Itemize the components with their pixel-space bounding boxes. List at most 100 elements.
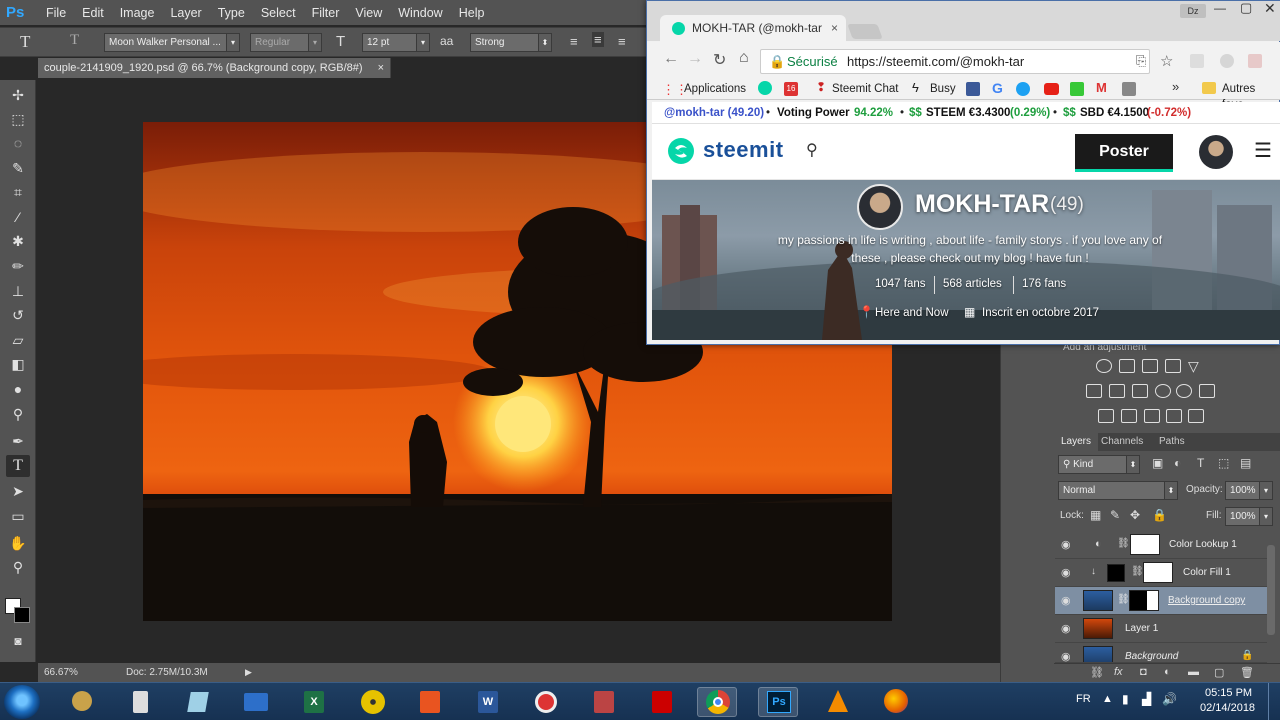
zoom-level[interactable]: 66.67% (44, 663, 78, 682)
profile-avatar[interactable] (857, 184, 903, 230)
back-icon[interactable]: ← (663, 50, 679, 68)
excel-icon[interactable]: X (294, 687, 334, 717)
close-icon[interactable]: × (378, 62, 384, 74)
dodge-tool-icon[interactable]: ⚲ (6, 403, 30, 425)
fill-input[interactable]: 100% ▾ (1225, 507, 1273, 526)
photo-filter-icon[interactable] (1155, 384, 1171, 398)
status-arrow-icon[interactable]: ▶ (245, 663, 252, 682)
translate-icon[interactable]: ⎘ (1136, 53, 1146, 69)
menu-layer[interactable]: Layer (162, 6, 209, 20)
add-mask-icon[interactable]: ◘ (1140, 666, 1147, 678)
forward-icon[interactable]: → (687, 50, 703, 68)
extension-icon[interactable] (1248, 54, 1262, 68)
antialias-dropdown[interactable]: Strong ⬍ (470, 33, 552, 52)
gradient-map-icon[interactable] (1188, 409, 1204, 423)
levels-icon[interactable] (1119, 359, 1135, 373)
acrobat-icon[interactable] (642, 687, 682, 717)
word-icon[interactable]: W (468, 687, 508, 717)
eye-icon[interactable]: ◉ (1061, 566, 1073, 579)
bookmark-busy[interactable]: Busy (930, 81, 956, 97)
eraser-tool-icon[interactable]: ▱ (6, 329, 30, 351)
link-icon[interactable]: ⛓ (1117, 594, 1130, 605)
pen-tool-icon[interactable]: ✒ (6, 430, 30, 452)
archive-app-icon[interactable] (584, 687, 624, 717)
following-count[interactable]: 176 fans (1022, 278, 1066, 290)
show-desktop-button[interactable] (1268, 683, 1280, 720)
layer-row-selected[interactable]: ◉ ⛓ Background copy (1055, 587, 1267, 615)
folder-icon[interactable]: ▬ (1188, 666, 1199, 678)
reload-icon[interactable]: ↻ (713, 50, 726, 70)
fill-color-thumbnail[interactable] (1107, 564, 1125, 582)
lock-transparent-icon[interactable]: ▦ (1090, 508, 1101, 522)
black-white-icon[interactable] (1132, 384, 1148, 398)
font-size-dropdown[interactable]: 12 pt ▾ (362, 33, 430, 52)
filter-shape-icon[interactable]: ⬚ (1218, 456, 1229, 470)
menu-filter[interactable]: Filter (304, 6, 348, 20)
vibrance-icon[interactable]: ▽ (1188, 358, 1199, 375)
tab-paths[interactable]: Paths (1152, 433, 1192, 451)
show-hidden-icons[interactable]: ▲ (1102, 693, 1113, 705)
lock-position-icon[interactable]: ✥ (1130, 508, 1140, 522)
move-tool-icon[interactable]: ✢ (6, 84, 30, 106)
history-brush-tool-icon[interactable]: ↺ (6, 304, 30, 326)
filter-smart-icon[interactable]: ▤ (1240, 456, 1251, 470)
eye-icon[interactable]: ◉ (1061, 650, 1073, 662)
exposure-icon[interactable] (1165, 359, 1181, 373)
hamburger-menu-icon[interactable]: ☰ (1254, 138, 1272, 163)
zoom-tool-icon[interactable]: ⚲ (6, 556, 30, 578)
articles-count[interactable]: 568 articles (943, 278, 1002, 290)
steemit-logo-icon[interactable] (666, 136, 696, 166)
search-icon[interactable]: ⚲ (806, 140, 818, 160)
fx-icon[interactable]: fx (1114, 666, 1123, 678)
hand-tool-icon[interactable]: ✋ (6, 532, 30, 554)
close-icon[interactable]: × (831, 15, 838, 42)
eyedropper-tool-icon[interactable]: ⁄ (6, 206, 30, 228)
lasso-tool-icon[interactable]: ◌ (6, 132, 30, 154)
marquee-tool-icon[interactable]: ⬚ (6, 108, 30, 130)
clock-date[interactable]: 02/14/2018 (1200, 702, 1255, 714)
threshold-icon[interactable] (1144, 409, 1160, 423)
tab-channels[interactable]: Channels (1094, 433, 1150, 451)
post-button[interactable]: Poster (1075, 134, 1173, 172)
brush-tool-icon[interactable]: ✏ (6, 255, 30, 277)
menu-edit[interactable]: Edit (74, 6, 112, 20)
blur-tool-icon[interactable]: ● (6, 378, 30, 400)
extension-icon[interactable] (1122, 82, 1136, 96)
star-icon[interactable]: ☆ (1160, 52, 1173, 70)
layers-scrollbar[interactable] (1267, 545, 1275, 635)
type-tool-icon[interactable]: T (20, 32, 30, 52)
layer-row[interactable]: ◉ Background 🔒 (1055, 643, 1267, 663)
layer-row[interactable]: ◉ Layer 1 (1055, 615, 1267, 643)
layer-thumbnail[interactable] (1083, 646, 1113, 662)
hue-saturation-icon[interactable] (1086, 384, 1102, 398)
healing-tool-icon[interactable]: ✱ (6, 230, 30, 252)
maximize-icon[interactable]: ▢ (1240, 0, 1252, 16)
user-badge[interactable]: Dz (1180, 4, 1206, 18)
orientation-icon[interactable]: T (70, 32, 79, 49)
steemit-bookmark-icon[interactable] (758, 81, 772, 95)
home-icon[interactable]: ⌂ (739, 49, 749, 67)
menu-view[interactable]: View (347, 6, 390, 20)
layer-filter-dropdown[interactable]: ⚲ Kind ⬍ (1058, 455, 1140, 474)
extension-vp-icon[interactable] (1220, 54, 1234, 68)
youtube-icon[interactable] (1044, 83, 1059, 95)
gmail-icon[interactable]: M (1096, 80, 1107, 95)
notes-app-icon[interactable] (178, 687, 218, 717)
language-indicator[interactable]: FR (1076, 693, 1091, 705)
fans-count[interactable]: 1047 fans (875, 278, 926, 290)
signal-icon[interactable]: ▟ (1142, 692, 1151, 706)
background-color-swatch[interactable] (14, 607, 30, 623)
layer-row[interactable]: ◉ ↓ ⛓ Color Fill 1 (1055, 559, 1267, 587)
lock-pixels-icon[interactable]: ✎ (1110, 508, 1120, 522)
blend-mode-dropdown[interactable]: Normal ⬍ (1058, 481, 1178, 500)
layer-mask-thumbnail[interactable] (1143, 562, 1173, 583)
type-tool-icon[interactable]: T (6, 455, 30, 477)
eye-icon[interactable]: ◉ (1061, 594, 1073, 607)
menu-window[interactable]: Window (390, 6, 450, 20)
facebook-icon[interactable] (966, 82, 980, 96)
opacity-input[interactable]: 100% ▾ (1225, 481, 1273, 500)
layer-thumbnail[interactable] (1083, 618, 1113, 639)
keyboard-app-icon[interactable] (236, 687, 276, 717)
link-icon[interactable]: ⛓ (1131, 566, 1144, 577)
calendar-badge-icon[interactable]: 16 (784, 82, 798, 96)
